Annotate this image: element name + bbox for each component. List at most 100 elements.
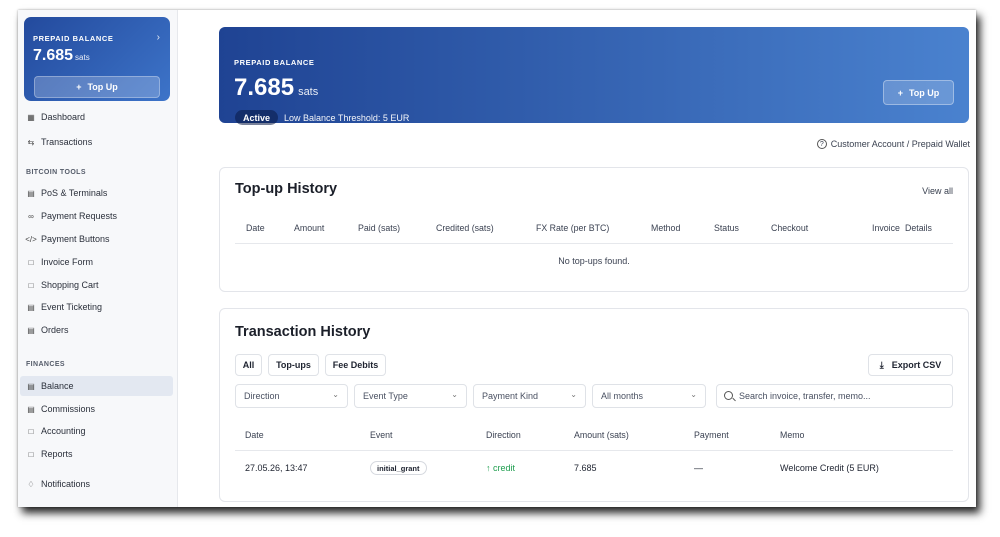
tab-topups[interactable]: Top-ups: [268, 354, 319, 376]
sidebar-item-shopping-cart[interactable]: □ Shopping Cart: [26, 275, 172, 295]
sidebar-section-finances: FINANCES: [26, 361, 65, 368]
sidebar-topup-label: Top Up: [87, 82, 118, 92]
chevron-down-icon: ⌄: [332, 390, 339, 399]
empty-state-text: No top-ups found.: [558, 256, 630, 266]
app-window: PREPAID BALANCE › 7.685 sats + Top Up ▦ Das…: [18, 10, 976, 507]
column-header: Method: [651, 223, 681, 233]
column-header: Checkout: [771, 223, 809, 233]
sidebar-item-dashboard[interactable]: ▦ Dashboard: [26, 107, 172, 127]
balance-card-amount: 7.685 sats: [33, 47, 90, 65]
export-csv-button[interactable]: ⤓ Export CSV: [868, 354, 953, 376]
sidebar-item-notifications[interactable]: ♢ Notifications: [26, 474, 172, 494]
column-header: Amount (sats): [574, 430, 629, 440]
topup-history-card: Top-up History View all Date Amount Paid…: [219, 167, 969, 292]
sidebar-item-transactions[interactable]: ⇆ Transactions: [26, 132, 172, 152]
event-badge: initial_grant: [370, 461, 427, 475]
sidebar-item-balance[interactable]: ▤ Balance: [20, 376, 173, 396]
row-amount: 7.685: [574, 463, 597, 473]
sidebar-item-label: Shopping Cart: [41, 280, 99, 290]
bell-icon: ♢: [27, 479, 35, 489]
wallet-icon: ▤: [27, 381, 35, 391]
tab-fee-debits[interactable]: Fee Debits: [325, 354, 386, 376]
calculator-icon: □: [28, 426, 34, 436]
hero-topup-button[interactable]: + Top Up: [883, 80, 954, 105]
hero-amount-unit: sats: [298, 86, 319, 98]
column-header: Status: [714, 223, 739, 233]
monitor-icon: ▤: [27, 188, 35, 198]
view-all-link[interactable]: View all: [922, 186, 953, 196]
column-header: Date: [246, 223, 265, 233]
search-input[interactable]: Search invoice, transfer, memo...: [716, 384, 953, 408]
balance-amount-value: 7.685: [33, 47, 74, 64]
row-payment: —: [694, 463, 703, 473]
column-header: Details: [905, 223, 932, 233]
divider: [235, 450, 953, 451]
row-direction-label: credit: [493, 463, 516, 473]
sidebar-topup-button[interactable]: + Top Up: [34, 76, 160, 98]
sidebar-item-reports[interactable]: □ Reports: [26, 444, 172, 464]
arrow-up-icon: ↑: [486, 463, 494, 473]
months-select-value: All months: [601, 391, 644, 401]
sidebar-item-label: Payment Requests: [41, 211, 118, 221]
help-circle-icon: ?: [816, 139, 827, 149]
sidebar-item-label: Commissions: [41, 404, 96, 414]
sidebar-item-label: Balance: [41, 381, 74, 391]
column-header: Direction: [486, 430, 521, 440]
download-icon: ⤓: [879, 359, 884, 370]
sidebar-item-label: Transactions: [41, 137, 93, 147]
column-header: Paid (sats): [358, 223, 401, 233]
sidebar-item-label: Invoice Form: [41, 257, 94, 267]
report-icon: □: [28, 449, 34, 459]
code-icon: </>: [25, 234, 37, 244]
sidebar-item-accounting[interactable]: □ Accounting: [26, 421, 172, 441]
transaction-history-title: Transaction History: [235, 324, 371, 340]
orders-list-icon: ▤: [27, 325, 35, 335]
low-balance-threshold: Low Balance Threshold: 5 EUR: [284, 113, 410, 123]
sidebar-item-invoice-form[interactable]: □ Invoice Form: [26, 252, 172, 272]
prepaid-balance-hero: PREPAID BALANCE 7.685 sats Active Low Bal…: [219, 27, 969, 125]
column-header: Invoice: [872, 223, 900, 233]
plus-icon: +: [76, 82, 82, 92]
chevron-right-icon[interactable]: ›: [157, 32, 160, 43]
breadcrumb-text: Customer Account / Prepaid Wallet: [830, 139, 970, 149]
breadcrumb[interactable]: ? Customer Account / Prepaid Wallet: [816, 139, 970, 149]
column-header: Event: [370, 430, 393, 440]
event-type-select-value: Event Type: [363, 391, 408, 401]
cart-icon: □: [28, 280, 34, 290]
tab-all[interactable]: All: [235, 354, 262, 376]
link-icon: ∞: [28, 211, 34, 221]
sidebar-item-label: Dashboard: [41, 112, 86, 122]
column-header: FX Rate (per BTC): [536, 223, 610, 233]
main-content: PREPAID BALANCE 7.685 sats Active Low Bal…: [179, 10, 976, 507]
search-placeholder: Search invoice, transfer, memo...: [739, 391, 871, 401]
sidebar-item-pos[interactable]: ▤ PoS & Terminals: [26, 183, 172, 203]
chevron-down-icon: ⌄: [570, 390, 577, 399]
event-type-select[interactable]: Event Type ⌄: [354, 384, 467, 408]
direction-select-value: Direction: [244, 391, 280, 401]
chevron-down-icon: ⌄: [451, 390, 458, 399]
sidebar-item-label: Accounting: [41, 426, 86, 436]
sidebar-item-payment-requests[interactable]: ∞ Payment Requests: [26, 206, 172, 226]
sidebar-item-label: Event Ticketing: [41, 302, 103, 312]
column-header: Credited (sats): [436, 223, 494, 233]
sidebar: PREPAID BALANCE › 7.685 sats + Top Up ▦ Das…: [18, 10, 178, 507]
months-select[interactable]: All months ⌄: [592, 384, 706, 408]
ticket-icon: ▤: [27, 302, 35, 312]
banknote-icon: ▤: [27, 404, 35, 414]
balance-card-label: PREPAID BALANCE: [33, 34, 114, 43]
sidebar-item-commissions[interactable]: ▤ Commissions: [26, 399, 172, 419]
column-header: Amount: [294, 223, 325, 233]
dashboard-grid-icon: ▦: [27, 112, 35, 122]
divider: [235, 243, 953, 244]
sidebar-item-event-ticketing[interactable]: ▤ Event Ticketing: [26, 297, 172, 317]
sidebar-balance-card[interactable]: PREPAID BALANCE › 7.685 sats + Top Up: [24, 17, 170, 101]
sidebar-item-payment-buttons[interactable]: </> Payment Buttons: [25, 229, 172, 249]
payment-kind-select[interactable]: Payment Kind ⌄: [473, 384, 586, 408]
direction-select[interactable]: Direction ⌄: [235, 384, 348, 408]
sidebar-item-label: Payment Buttons: [41, 234, 110, 244]
topup-history-title: Top-up History: [235, 181, 338, 197]
row-memo: Welcome Credit (5 EUR): [780, 463, 879, 473]
hero-amount: 7.685 sats: [234, 74, 318, 102]
sidebar-item-label: PoS & Terminals: [41, 188, 108, 198]
sidebar-item-orders[interactable]: ▤ Orders: [26, 320, 172, 340]
